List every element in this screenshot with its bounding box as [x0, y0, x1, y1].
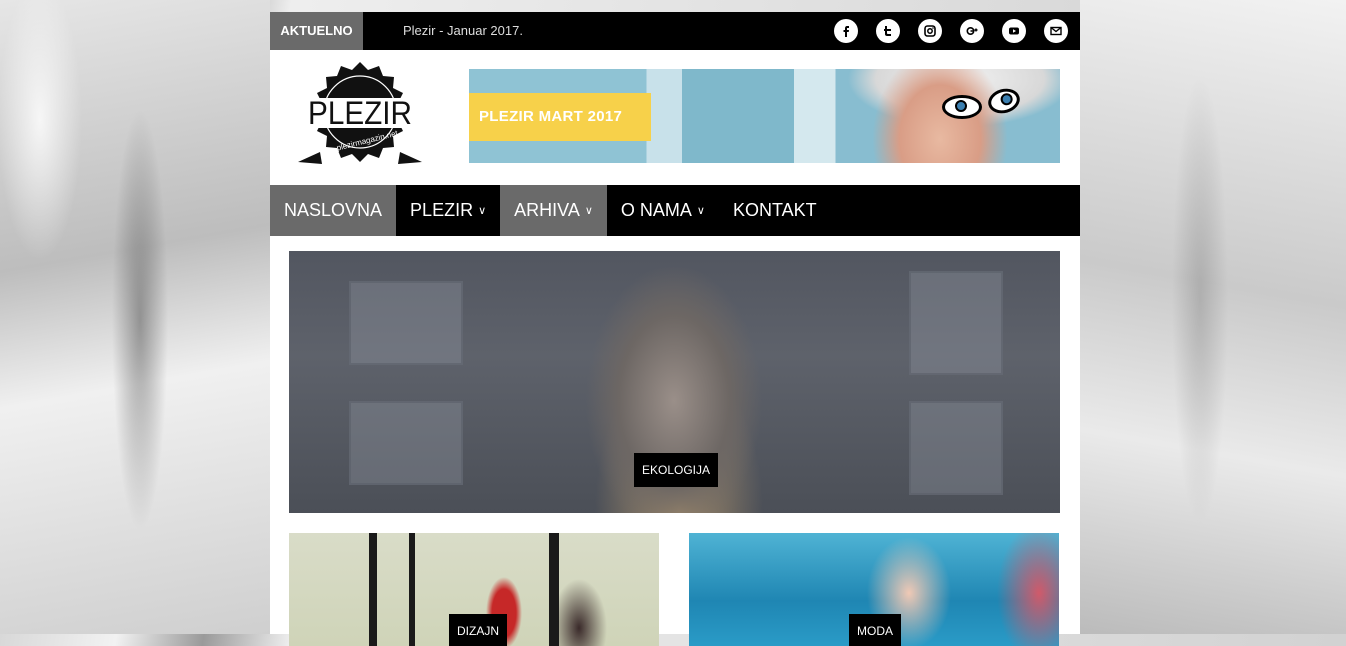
email-icon[interactable] — [1044, 19, 1068, 43]
banner-model-image — [810, 69, 1060, 163]
category-badge[interactable]: EKOLOGIJA — [634, 453, 719, 487]
ticker-headline-link[interactable]: Plezir - Januar 2017. — [403, 12, 523, 50]
nav-item-o-nama[interactable]: O NAMA ∨ — [607, 185, 719, 236]
article-card[interactable]: MODA — [689, 533, 1059, 646]
site-logo[interactable]: PLEZIR plezirmagazin.net — [298, 60, 422, 168]
youtube-icon[interactable] — [1002, 19, 1026, 43]
logo-brand: PLEZIR — [308, 95, 412, 131]
header-banner[interactable]: PLEZIR MART 2017 — [469, 69, 1060, 163]
category-badge[interactable]: MODA — [849, 614, 901, 646]
social-links — [834, 19, 1068, 43]
category-badge[interactable]: DIZAJN — [449, 614, 507, 646]
twitter-icon[interactable] — [876, 19, 900, 43]
main-nav: NASLOVNA PLEZIR ∨ ARHIVA ∨ O NAMA ∨ KONTAKT — [270, 185, 1080, 236]
nav-item-kontakt[interactable]: KONTAKT — [719, 185, 831, 236]
chevron-down-icon: ∨ — [478, 205, 487, 217]
google-plus-icon[interactable] — [960, 19, 984, 43]
article-card[interactable]: DIZAJN — [289, 533, 659, 646]
background-left — [0, 0, 270, 634]
nav-item-arhiva[interactable]: ARHIVA ∨ — [500, 185, 607, 236]
banner-label: PLEZIR MART 2017 — [469, 93, 651, 141]
nav-item-naslovna[interactable]: NASLOVNA — [270, 185, 397, 236]
chevron-down-icon: ∨ — [584, 205, 593, 217]
page-container: AKTUELNO Plezir - Januar 2017. PLEZIR pl… — [270, 12, 1080, 646]
featured-article[interactable]: EKOLOGIJA — [289, 251, 1060, 513]
news-ticker: AKTUELNO Plezir - Januar 2017. — [270, 12, 1080, 50]
ticker-label: AKTUELNO — [270, 12, 363, 50]
background-right — [1080, 0, 1346, 634]
facebook-icon[interactable] — [834, 19, 858, 43]
nav-item-plezir[interactable]: PLEZIR ∨ — [396, 185, 500, 236]
chevron-down-icon: ∨ — [696, 205, 705, 217]
instagram-icon[interactable] — [918, 19, 942, 43]
